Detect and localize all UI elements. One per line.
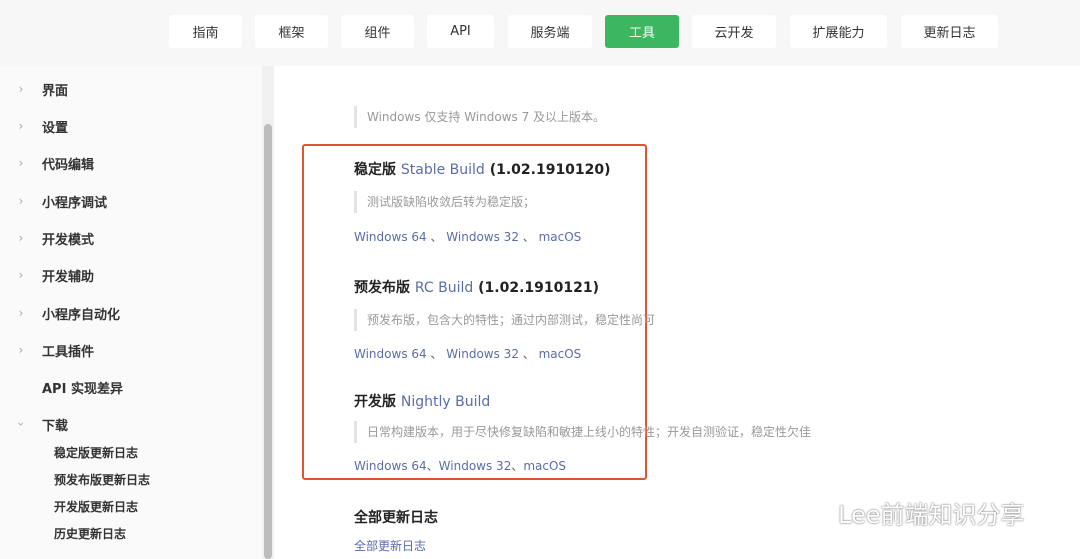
nav-tab-cloud[interactable]: 云开发 (692, 15, 776, 48)
sidebar-subitem-rc-log[interactable]: 预发布版更新日志 (54, 471, 150, 489)
sidebar-subitem-history-log[interactable]: 历史更新日志 (54, 525, 126, 543)
separator: 、 (426, 347, 447, 361)
separator: 、 (518, 347, 539, 361)
stable-win64-link[interactable]: Windows 64 (354, 230, 427, 244)
sidebar-item-ui[interactable]: › 界面 (0, 78, 68, 100)
chevron-right-icon: › (18, 194, 24, 208)
sidebar-item-api-diff[interactable]: › API 实现差异 (0, 376, 123, 398)
rc-build-link[interactable]: RC Build (415, 280, 473, 296)
all-updates-link[interactable]: 全部更新日志 (354, 537, 426, 554)
rc-win64-link[interactable]: Windows 64 (354, 347, 427, 361)
nav-tab-api[interactable]: API (427, 15, 494, 48)
sidebar-item-automation[interactable]: › 小程序自动化 (0, 302, 120, 324)
sidebar-item-dev-mode[interactable]: › 开发模式 (0, 227, 94, 249)
stable-title: 稳定版 (354, 162, 396, 178)
nightly-build-heading: 开发版 Nightly Build (354, 391, 490, 411)
scrollbar-thumb[interactable] (264, 124, 272, 559)
nightly-downloads: Windows 64、Windows 32、macOS (354, 457, 566, 474)
nav-tab-changelog[interactable]: 更新日志 (901, 15, 998, 48)
nightly-build-link[interactable]: Nightly Build (401, 394, 490, 410)
separator: 、 (511, 459, 524, 473)
rc-build-heading: 预发布版 RC Build (1.02.1910121) (354, 277, 599, 297)
rc-win32-link[interactable]: Windows 32 (446, 347, 519, 361)
nav-tab-tools[interactable]: 工具 (605, 15, 679, 48)
nav-tab-framework[interactable]: 框架 (255, 15, 328, 48)
stable-note: 测试版缺陷收敛后转为稳定版； (354, 191, 535, 213)
chevron-right-icon: › (18, 268, 24, 282)
rc-version: (1.02.1910121) (478, 280, 600, 296)
chevron-right-icon: › (18, 231, 24, 245)
sidebar-item-label: 设置 (42, 120, 69, 136)
stable-version: (1.02.1910120) (489, 162, 611, 178)
rc-downloads: Windows 64 、 Windows 32 、 macOS (354, 345, 581, 362)
all-updates-heading: 全部更新日志 (354, 510, 438, 526)
nav-tab-guide[interactable]: 指南 (169, 15, 242, 48)
stable-build-heading: 稳定版 Stable Build (1.02.1910120) (354, 159, 611, 179)
nightly-win64-link[interactable]: Windows 64 (354, 459, 427, 473)
sidebar-item-dev-assist[interactable]: › 开发辅助 (0, 264, 94, 286)
separator: 、 (426, 459, 439, 473)
rc-note: 预发布版，包含大的特性；通过内部测试，稳定性尚可 (354, 309, 655, 331)
sidebar-item-label: 下载 (42, 418, 69, 434)
top-navigation: 指南 框架 组件 API 服务端 工具 云开发 扩展能力 更新日志 (0, 0, 1080, 66)
nightly-note: 日常构建版本，用于尽快修复缺陷和敏捷上线小的特性；开发自测验证，稳定性欠佳 (354, 421, 811, 443)
sidebar-item-code-edit[interactable]: › 代码编辑 (0, 152, 94, 174)
nav-tab-components[interactable]: 组件 (341, 15, 414, 48)
nav-tab-server[interactable]: 服务端 (508, 15, 592, 48)
sidebar-subitem-stable-log[interactable]: 稳定版更新日志 (54, 444, 138, 462)
chevron-down-icon: › (14, 421, 28, 427)
sidebar-item-download[interactable]: › 下载 (0, 413, 68, 435)
sidebar-item-label: 界面 (42, 83, 69, 99)
chevron-right-icon: › (18, 119, 24, 133)
sidebar-item-label: 小程序调试 (42, 195, 108, 211)
sidebar: › 界面 › 设置 › 代码编辑 › 小程序调试 › 开发模式 › 开发辅助 ›… (0, 66, 262, 559)
nav-tab-extensions[interactable]: 扩展能力 (790, 15, 887, 48)
chevron-right-icon: › (18, 343, 24, 357)
nightly-title: 开发版 (354, 394, 396, 410)
nightly-win32-link[interactable]: Windows 32 (439, 459, 512, 473)
stable-downloads: Windows 64 、 Windows 32 、 macOS (354, 228, 581, 245)
windows-support-note: Windows 仅支持 Windows 7 及以上版本。 (354, 106, 605, 128)
rc-title: 预发布版 (354, 280, 410, 296)
watermark-text: Lee前端知识分享 (838, 501, 1025, 529)
stable-build-link[interactable]: Stable Build (401, 162, 485, 178)
watermark: Lee前端知识分享 (792, 495, 1024, 530)
sidebar-subitem-nightly-log[interactable]: 开发版更新日志 (54, 498, 138, 516)
separator: 、 (426, 230, 447, 244)
sidebar-item-debug[interactable]: › 小程序调试 (0, 190, 107, 212)
stable-macos-link[interactable]: macOS (539, 230, 582, 244)
sidebar-item-label: 小程序自动化 (42, 307, 121, 323)
separator: 、 (518, 230, 539, 244)
nightly-macos-link[interactable]: macOS (523, 459, 566, 473)
sidebar-item-plugins[interactable]: › 工具插件 (0, 339, 94, 361)
rc-macos-link[interactable]: macOS (539, 347, 582, 361)
chevron-right-icon: › (18, 306, 24, 320)
sidebar-item-label: 开发模式 (42, 232, 95, 248)
chevron-right-icon: › (18, 82, 24, 96)
sidebar-item-label: API 实现差异 (42, 381, 123, 397)
chevron-right-icon: › (18, 156, 24, 170)
wechat-icon (793, 498, 829, 526)
sidebar-item-label: 工具插件 (42, 344, 95, 360)
sidebar-item-label: 代码编辑 (42, 157, 95, 173)
stable-win32-link[interactable]: Windows 32 (446, 230, 519, 244)
sidebar-item-settings[interactable]: › 设置 (0, 115, 68, 137)
sidebar-item-label: 开发辅助 (42, 269, 95, 285)
